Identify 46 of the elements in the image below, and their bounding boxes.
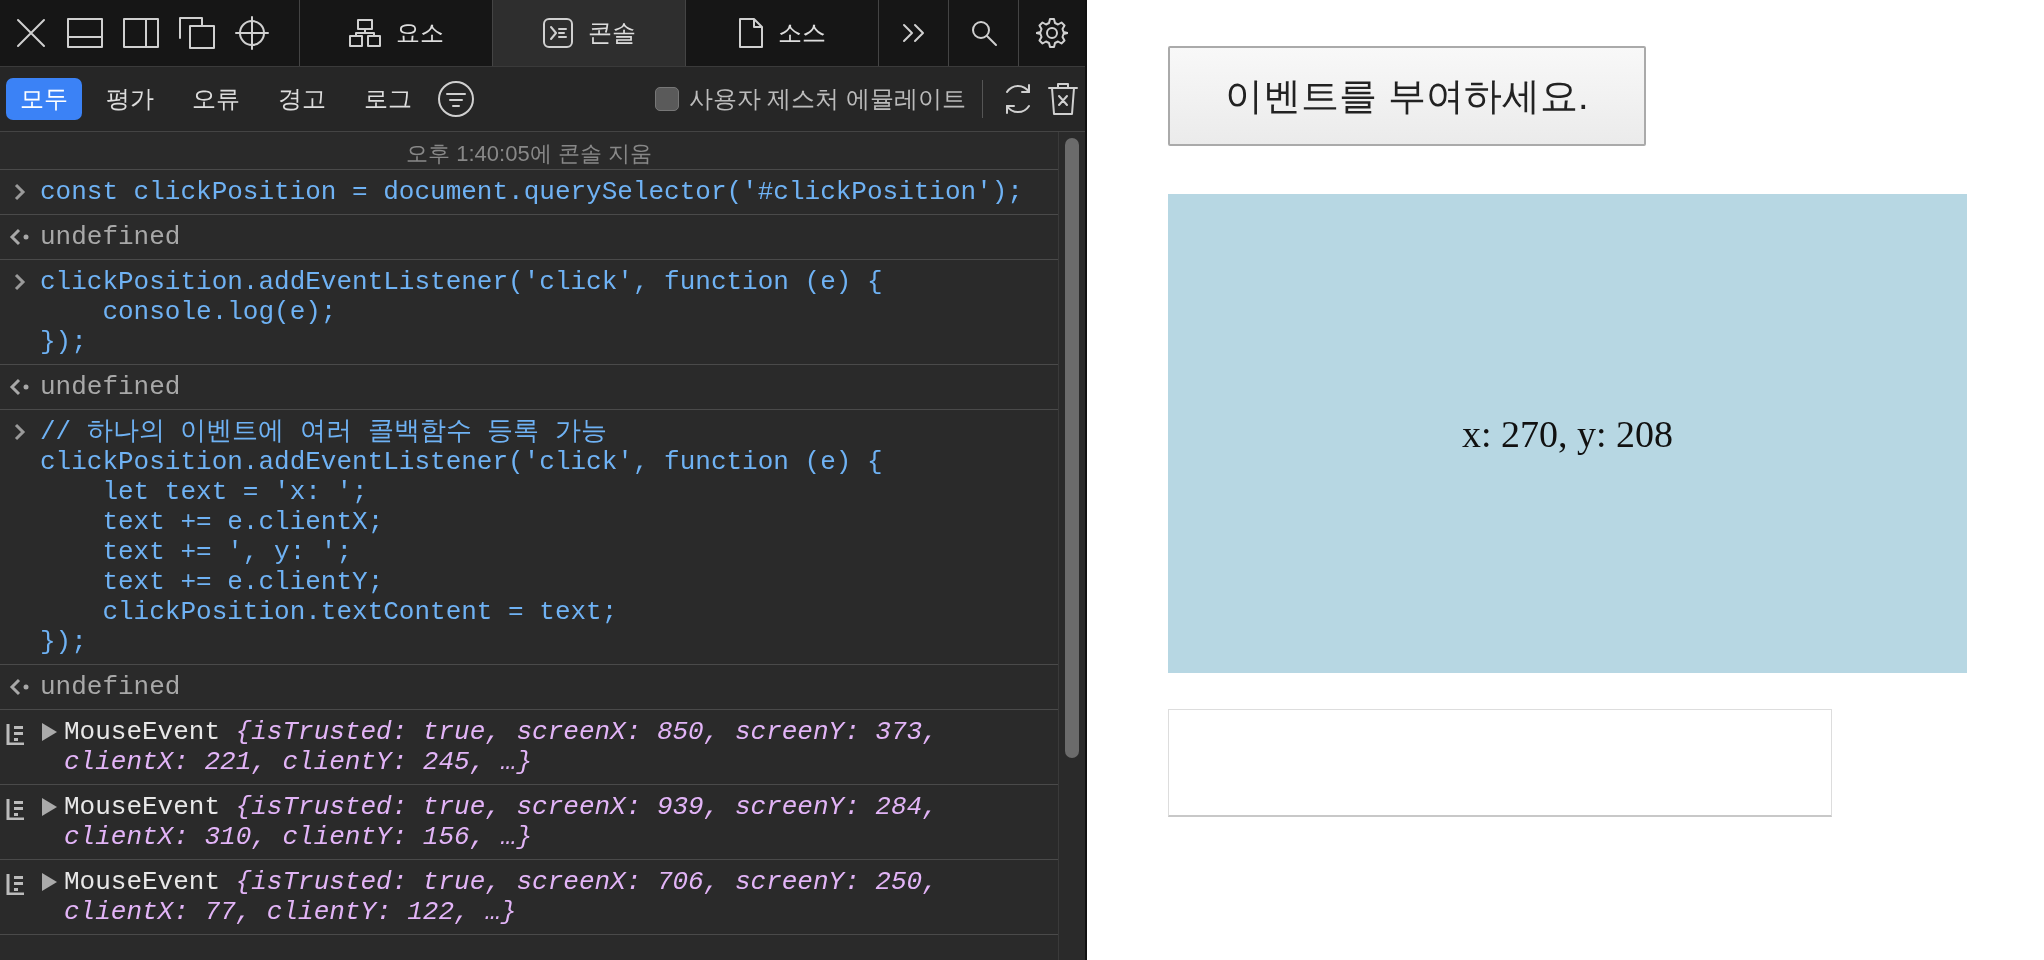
prompt-chevron-icon [14, 183, 26, 201]
result-text: undefined [40, 672, 181, 702]
console-icon [542, 17, 574, 49]
code-text: const clickPosition = document.querySelector('#clickPosition'); [40, 177, 1024, 207]
result-arrow-icon [9, 228, 31, 246]
dock-bottom-icon[interactable] [66, 17, 104, 49]
log-icon [6, 798, 26, 820]
log-message: MouseEvent {isTrusted: true, screenX: 939, screenY: 284, clientX: 310, clientY: 156, …} [64, 792, 939, 852]
filter-tab[interactable]: 오류 [178, 78, 254, 120]
chevrons-icon[interactable] [900, 22, 927, 44]
result-arrow-icon [9, 378, 31, 396]
close-icon[interactable] [14, 16, 48, 50]
document-icon [738, 17, 764, 49]
filter-tab[interactable]: 경고 [264, 78, 340, 120]
code-text: clickPosition.addEventListener('click', function (e) { console.log(e); }); [40, 267, 884, 357]
filter-tab[interactable]: 로그 [350, 78, 426, 120]
filter-tab[interactable]: 평가 [92, 78, 168, 120]
expand-triangle-icon[interactable] [40, 797, 58, 817]
click-area[interactable]: x: 270, y: 208 [1168, 194, 1967, 673]
prompt-chevron-icon [14, 273, 26, 291]
console-cleared-message: 오후 1:40:05에 콘솔 지움 [406, 140, 652, 168]
settings-icon[interactable] [1036, 17, 1068, 49]
windows-icon[interactable] [178, 16, 216, 50]
click-coordinates: x: 270, y: 208 [1461, 411, 1674, 456]
expand-triangle-icon[interactable] [40, 872, 58, 892]
code-text: // 하나의 이벤트에 여러 콜백함수 등록 가능 clickPosition.addEventListener('click', function (e) { let text = 'x: '; text += e.clientX; text += ', y: '; text += e.clientY; clickPosition.textContent = text; }); [40, 417, 884, 657]
prompt-chevron-icon [14, 423, 26, 441]
result-text: undefined [40, 372, 181, 402]
gesture-checkbox[interactable]: 사용자 제스처 에뮬레이트 [654, 83, 966, 115]
dock-side-icon[interactable] [122, 17, 160, 49]
log-message: MouseEvent {isTrusted: true, screenX: 850, screenY: 373, clientX: 221, clientY: 245, …} [64, 717, 939, 777]
log-icon [6, 723, 26, 745]
trash-icon[interactable] [1047, 81, 1079, 117]
event-button[interactable]: 이벤트를 부여하세요. [1168, 46, 1646, 146]
panel-tab[interactable]: 콘솔 [493, 0, 686, 66]
crosshair-icon[interactable] [234, 15, 270, 51]
filter-tab[interactable]: 모두 [6, 78, 82, 120]
result-arrow-icon [9, 678, 31, 696]
filter-icon[interactable] [436, 79, 476, 119]
log-message: MouseEvent {isTrusted: true, screenX: 706, screenY: 250, clientX: 77, clientY: 122, …} [64, 867, 939, 927]
layout-icon [348, 18, 382, 48]
panel-tab[interactable]: 소스 [686, 0, 879, 66]
search-icon[interactable] [969, 19, 998, 47]
result-text: undefined [40, 222, 181, 252]
expand-triangle-icon[interactable] [40, 722, 58, 742]
log-icon [6, 873, 26, 895]
